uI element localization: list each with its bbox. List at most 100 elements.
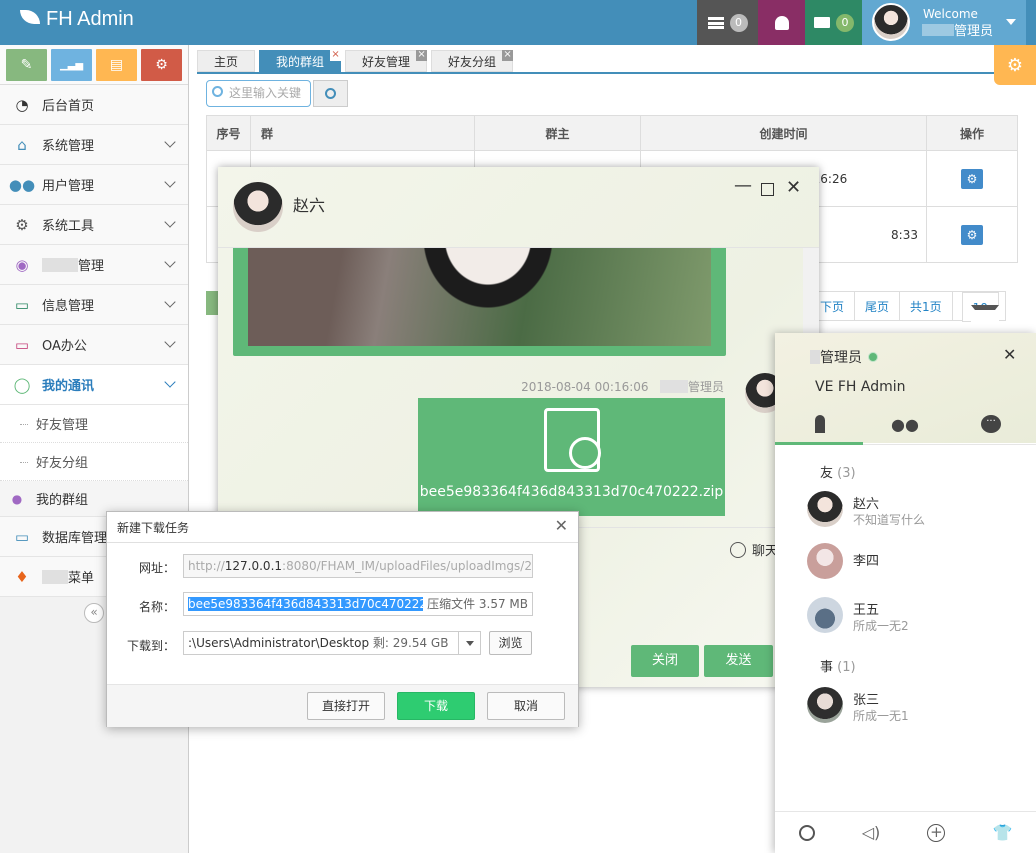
close-icon[interactable]: × — [416, 50, 428, 61]
settings-toggle-button[interactable]: ⚙ — [994, 45, 1036, 85]
contact-signature: 不知道写什么 — [853, 513, 926, 527]
im-tabs: ●● ··· — [775, 409, 1036, 445]
sidebar-item-oa[interactable]: ▭ OA办公 — [0, 325, 188, 365]
column-header: 群主 — [474, 115, 641, 151]
file-message[interactable]: bee5e983364f436d843313d70c470222.zip — [418, 398, 725, 516]
shortcut-bar: ✎ ▁▃▅ ▤ ⚙ — [0, 45, 188, 85]
contact-signature: 所成一无1 — [853, 709, 909, 723]
sidebar-item-communication[interactable]: ◯ 我的通讯 — [0, 365, 188, 405]
tab-my-groups[interactable]: 我的群组 × — [259, 50, 342, 72]
contact-item[interactable]: 王五 所成一无2 — [807, 595, 1032, 641]
sidebar-item-comments[interactable]: ◉ 管理 — [0, 245, 188, 285]
chevron-down-icon — [164, 296, 176, 308]
download-dialog: 新建下载任务 ✕ 网址： http://127.0.0.1:8080/FHAM_… — [106, 511, 579, 727]
home-icon: ⌂ — [17, 135, 27, 154]
tab-home[interactable]: 主页 — [197, 50, 256, 72]
group-tab-icon[interactable]: ●● — [891, 415, 919, 434]
welcome-text: Welcome — [923, 7, 978, 21]
column-header: 操作 — [926, 115, 1018, 151]
chat-contact-name: 赵六 — [293, 196, 326, 215]
close-icon[interactable]: ✕ — [786, 177, 801, 198]
download-button[interactable]: 下载 — [397, 692, 475, 720]
friend-group-title[interactable]: 友 (3) — [820, 462, 856, 481]
colleague-group-title[interactable]: 事 (1) — [820, 656, 856, 675]
contact-avatar — [807, 543, 843, 579]
dialog-footer: 直接打开 下载 取消 — [107, 684, 578, 727]
sidebar-item-dashboard[interactable]: ◔ 后台首页 — [0, 85, 188, 125]
notifications-nav[interactable] — [758, 0, 805, 45]
credit-card-icon: ▭ — [14, 295, 30, 314]
book-shortcut-button[interactable]: ▤ — [96, 49, 137, 81]
im-signature[interactable]: VE FH Admin — [815, 379, 906, 395]
speaker-icon[interactable]: ◁) — [862, 823, 881, 842]
minimize-icon[interactable]: — — [734, 175, 752, 196]
tab-friend-groups[interactable]: 好友分组 × — [431, 50, 514, 72]
gear-icon: ⚙ — [1006, 54, 1024, 76]
search-input[interactable]: 这里输入关键 — [206, 80, 311, 107]
sidebar-item-users[interactable]: ●● 用户管理 — [0, 165, 188, 205]
sidebar-item-info[interactable]: ▭ 信息管理 — [0, 285, 188, 325]
close-icon[interactable]: ✕ — [555, 516, 568, 535]
last-page-link[interactable]: 尾页 — [854, 291, 901, 321]
row-action-button[interactable]: ⚙ — [961, 224, 983, 245]
contact-item[interactable]: 李四 — [807, 541, 1032, 587]
search-button[interactable] — [313, 80, 348, 107]
im-username: 管理员 — [810, 347, 878, 367]
user-menu[interactable]: Welcome 管理员 — [862, 0, 1026, 45]
close-chat-button[interactable]: 关闭 — [631, 645, 699, 677]
contact-item[interactable]: 赵六 不知道写什么 — [807, 489, 1032, 535]
gear-icon: ⚙ — [966, 171, 978, 186]
file-download-icon — [544, 408, 601, 472]
brand-logo[interactable]: FH Admin — [20, 8, 134, 31]
leaf-icon — [20, 10, 40, 24]
close-icon[interactable]: × — [502, 50, 514, 61]
browse-button[interactable]: 浏览 — [489, 631, 532, 655]
brand-title: FH Admin — [46, 8, 134, 30]
chat-icon: ◯ — [13, 375, 31, 394]
friend-tab-icon[interactable] — [815, 415, 825, 433]
open-directly-button[interactable]: 直接打开 — [307, 692, 385, 720]
chevron-down-icon — [164, 336, 176, 348]
history-tab-icon[interactable]: ··· — [981, 415, 1001, 433]
messages-nav[interactable]: 0 — [805, 0, 863, 45]
add-icon[interactable]: + — [927, 823, 946, 842]
tasks-nav[interactable]: 0 — [697, 0, 758, 45]
chat-header[interactable]: 赵六 — ✕ — [218, 167, 819, 247]
image-message[interactable] — [233, 248, 726, 356]
contact-item[interactable]: 张三 所成一无1 — [807, 685, 1032, 731]
sidebar-subitem-friends[interactable]: 好友管理 — [0, 405, 188, 443]
page-size-select[interactable]: 10 — [951, 291, 1006, 335]
save-path-select[interactable]: :\Users\Administrator\Desktop 剩: 29.54 G… — [183, 631, 481, 655]
sidebar-item-tools[interactable]: ⚙ 系统工具 — [0, 205, 188, 245]
signal-shortcut-button[interactable]: ▁▃▅ — [51, 49, 92, 81]
sidebar-item-system[interactable]: ⌂ 系统管理 — [0, 125, 188, 165]
url-field[interactable]: http://127.0.0.1:8080/FHAM_IM/uploadFile… — [183, 554, 533, 578]
cogs-shortcut-button[interactable]: ⚙ — [141, 49, 182, 81]
file-name: bee5e983364f436d843313d70c470222.zip — [419, 484, 724, 500]
column-header: 创建时间 — [640, 115, 927, 151]
sidebar-collapse-button[interactable]: « — [84, 603, 104, 623]
search-icon[interactable] — [798, 824, 815, 841]
close-icon[interactable]: × — [330, 50, 342, 61]
pencil-shortcut-button[interactable]: ✎ — [6, 49, 47, 81]
skin-icon[interactable]: 👕 — [992, 823, 1012, 842]
top-navbar: FH Admin 0 0 Welcome 管理员 — [0, 0, 1036, 45]
gear-icon: ⚙ — [966, 227, 978, 242]
close-icon[interactable]: ✕ — [1003, 345, 1016, 364]
pencil-icon: ✎ — [20, 57, 33, 73]
contact-avatar — [807, 687, 843, 723]
row-action-button[interactable]: ⚙ — [961, 168, 983, 189]
send-button[interactable]: 发送 — [704, 645, 773, 677]
double-chevron-left-icon: « — [90, 605, 98, 619]
tab-friends[interactable]: 好友管理 × — [345, 50, 428, 72]
filename-field[interactable]: bee5e983364f436d843313d70c470222.z压缩文件 3… — [183, 592, 533, 616]
contact-name: 张三 — [853, 693, 880, 708]
pagination: 下页 尾页 共1页 10 — [809, 291, 1006, 335]
cancel-button[interactable]: 取消 — [487, 692, 565, 720]
bell-icon — [774, 15, 789, 30]
sidebar-subitem-friend-groups[interactable]: 好友分组 — [0, 443, 188, 481]
online-status-icon[interactable] — [868, 352, 878, 362]
im-toolbar: ◁) + 👕 — [775, 811, 1036, 853]
maximize-icon[interactable] — [761, 183, 774, 196]
message-list[interactable]: 2018-08-04 00:16:06 管理员 bee5e983364f436d… — [218, 247, 819, 527]
